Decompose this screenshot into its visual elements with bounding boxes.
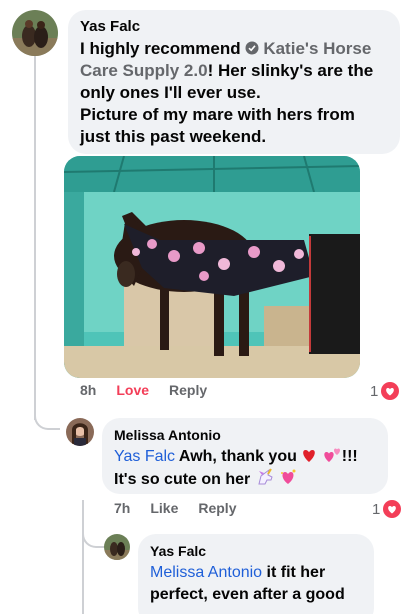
avatar-melissa-antonio[interactable] [66,418,94,446]
comment-author[interactable]: Yas Falc [80,18,388,36]
reply-text-after: !!! [341,448,358,465]
horse-photo-image [64,156,360,378]
avatar-yas-falc[interactable] [12,10,58,56]
mention-yas-falc[interactable]: Yas Falc [114,448,175,465]
heart-icon [383,500,402,518]
comment-actions: 8h Love Reply [80,382,227,398]
sparkling-heart-emoji [281,469,296,484]
reply-reaction-count-number: 1 [372,500,381,518]
comment-bubble: Yas Falc I highly recommend Katie's Hors… [68,10,400,154]
two-hearts-emoji [324,448,340,462]
thread-curve-reply1 [34,400,60,430]
attached-photo[interactable] [64,156,360,378]
comment-time[interactable]: 8h [80,382,96,398]
comment-text: I highly recommend Katie's Horse Care Su… [80,38,388,148]
reply2-text: Melissa Antonio it fit her perfect, even… [150,562,362,606]
reply2-author[interactable]: Yas Falc [150,542,362,560]
reply-actions: 7h Like Reply [114,500,256,516]
reply-time[interactable]: 7h [114,500,130,516]
reply-reply-button[interactable]: Reply [198,500,236,516]
reaction-count[interactable]: 1 [370,382,400,400]
reply-text: Yas Falc Awh, thank you !!! It's so cute… [114,446,376,491]
reply-reaction-count[interactable]: 1 [372,500,402,518]
thread-line-sub [82,500,84,614]
reply-text-line2: It's so cute on her [114,471,251,488]
heart-emoji [303,450,316,462]
mention-melissa-antonio[interactable]: Melissa Antonio [150,564,262,581]
avatar-yas-falc-small[interactable] [104,534,130,560]
verified-icon [245,41,259,55]
like-button[interactable]: Like [150,500,178,516]
comment-text-before: I highly recommend [80,39,241,58]
reply-text-main: Awh, thank you [178,448,297,465]
love-button[interactable]: Love [116,382,149,398]
reply-bubble: Melissa Antonio Yas Falc Awh, thank you … [102,418,388,494]
thread-line-main [34,52,36,420]
reply2-text-main: it fit her [266,564,326,581]
reply-author[interactable]: Melissa Antonio [114,426,376,444]
comment-text-line2: Picture of my mare with hers from just t… [80,105,355,146]
reply2-text-line2: perfect, even after a good [150,586,345,603]
reply-button[interactable]: Reply [169,382,207,398]
heart-icon [381,382,400,400]
reaction-count-number: 1 [370,382,379,400]
reply2-bubble: Yas Falc Melissa Antonio it fit her perf… [138,534,374,614]
unicorn-emoji [258,468,273,485]
